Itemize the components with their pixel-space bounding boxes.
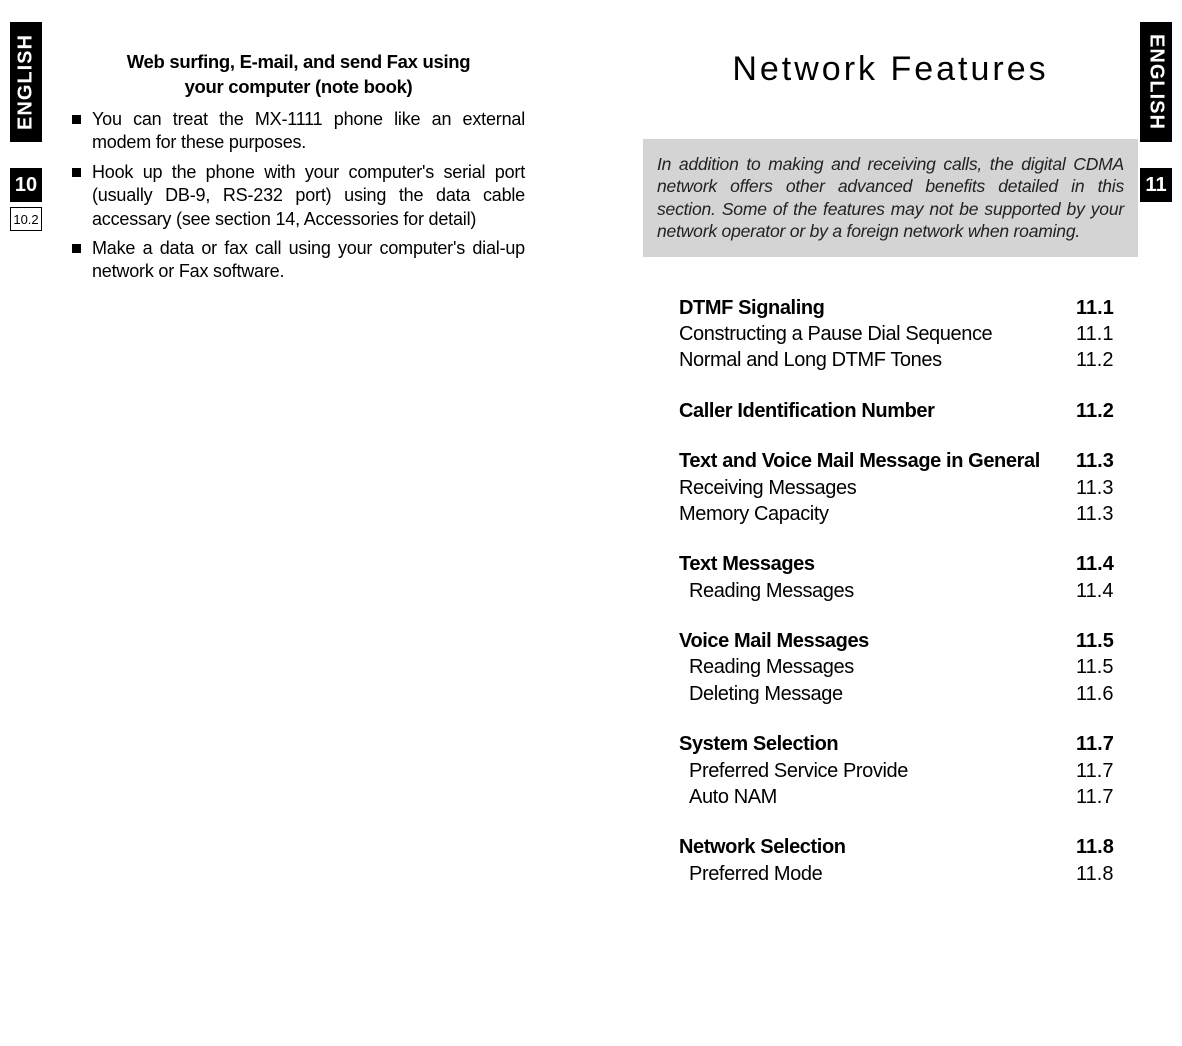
toc-number: 11.7	[1076, 731, 1126, 757]
left-section-heading: Web surfing, E-mail, and send Fax using …	[72, 50, 525, 100]
chapter-title: Network Features	[643, 50, 1138, 89]
bullet-text: Make a data or fax call using your compu…	[92, 238, 525, 281]
toc-row: Reading Messages11.4	[679, 578, 1126, 604]
toc-row: Caller Identification Number11.2	[679, 398, 1126, 424]
subsection-tab-left: 10.2	[10, 207, 42, 231]
language-tab-right-text: ENGLISH	[1145, 34, 1168, 130]
toc-row: Voice Mail Messages11.5	[679, 628, 1126, 654]
toc-label: Auto NAM	[679, 784, 1076, 810]
toc-label: Receiving Messages	[679, 475, 1076, 501]
toc-row: Preferred Mode11.8	[679, 861, 1126, 887]
toc-row: Network Selection11.8	[679, 834, 1126, 860]
language-tab-left: ENGLISH	[10, 22, 42, 142]
intro-text: In addition to making and receiving call…	[657, 154, 1124, 241]
heading-line-2: your computer (note book)	[185, 76, 413, 97]
toc-row: Constructing a Pause Dial Sequence11.1	[679, 321, 1126, 347]
toc-row: Preferred Service Provide11.7	[679, 758, 1126, 784]
page-number-right: 11	[1145, 174, 1166, 197]
language-tab-right: ENGLISH	[1140, 22, 1172, 142]
bullet-item: Make a data or fax call using your compu…	[72, 237, 525, 284]
toc-number: 11.1	[1076, 295, 1126, 321]
page-number-tab-left: 10	[10, 168, 42, 202]
toc-row: Receiving Messages11.3	[679, 475, 1126, 501]
toc-number: 11.4	[1076, 551, 1126, 577]
toc-row: Text and Voice Mail Message in General11…	[679, 448, 1126, 474]
subsection-number-left: 10.2	[13, 212, 38, 227]
toc-row: Auto NAM11.7	[679, 784, 1126, 810]
toc-row: DTMF Signaling11.1	[679, 295, 1126, 321]
heading-line-1: Web surfing, E-mail, and send Fax using	[127, 51, 471, 72]
toc-label: Normal and Long DTMF Tones	[679, 347, 1076, 373]
toc-number: 11.8	[1076, 834, 1126, 860]
toc-label: Preferred Service Provide	[679, 758, 1076, 784]
toc-label: Text Messages	[679, 551, 1076, 577]
table-of-contents: DTMF Signaling11.1Constructing a Pause D…	[643, 295, 1138, 888]
toc-number: 11.3	[1076, 448, 1126, 474]
bullet-text: Hook up the phone with your computer's s…	[92, 162, 525, 229]
toc-label: Reading Messages	[679, 578, 1076, 604]
language-tab-left-text: ENGLISH	[15, 34, 38, 130]
intro-box: In addition to making and receiving call…	[643, 139, 1138, 257]
toc-number: 11.4	[1076, 578, 1126, 604]
toc-label: DTMF Signaling	[679, 295, 1076, 321]
bullet-text: You can treat the MX-1111 phone like an …	[92, 109, 525, 152]
bullet-item: Hook up the phone with your computer's s…	[72, 161, 525, 231]
toc-row: Deleting Message11.6	[679, 681, 1126, 707]
toc-number: 11.1	[1076, 321, 1126, 347]
toc-label: Deleting Message	[679, 681, 1076, 707]
toc-row: Memory Capacity11.3	[679, 501, 1126, 527]
bullet-list: You can treat the MX-1111 phone like an …	[72, 108, 525, 284]
toc-label: Constructing a Pause Dial Sequence	[679, 321, 1076, 347]
bullet-item: You can treat the MX-1111 phone like an …	[72, 108, 525, 155]
toc-label: Voice Mail Messages	[679, 628, 1076, 654]
toc-label: Reading Messages	[679, 654, 1076, 680]
toc-number: 11.5	[1076, 628, 1126, 654]
left-page-content: Web surfing, E-mail, and send Fax using …	[72, 50, 525, 290]
toc-number: 11.3	[1076, 501, 1126, 527]
right-page-content: Network Features In addition to making a…	[643, 50, 1138, 887]
toc-row: Reading Messages11.5	[679, 654, 1126, 680]
toc-row: Normal and Long DTMF Tones11.2	[679, 347, 1126, 373]
toc-label: Text and Voice Mail Message in General	[679, 448, 1076, 474]
toc-number: 11.8	[1076, 861, 1126, 887]
toc-number: 11.2	[1076, 347, 1126, 373]
toc-number: 11.7	[1076, 784, 1126, 810]
toc-number: 11.5	[1076, 654, 1126, 680]
toc-number: 11.3	[1076, 475, 1126, 501]
toc-number: 11.7	[1076, 758, 1126, 784]
page-number-left: 10	[15, 174, 37, 197]
toc-label: Preferred Mode	[679, 861, 1076, 887]
toc-row: System Selection11.7	[679, 731, 1126, 757]
toc-label: Network Selection	[679, 834, 1076, 860]
page-left: ENGLISH 10 10.2 Web surfing, E-mail, and…	[0, 0, 591, 1046]
toc-label: Memory Capacity	[679, 501, 1076, 527]
page-number-tab-right: 11	[1140, 168, 1172, 202]
toc-number: 11.2	[1076, 398, 1126, 424]
toc-label: Caller Identification Number	[679, 398, 1076, 424]
toc-number: 11.6	[1076, 681, 1126, 707]
page-right: ENGLISH 11 Network Features In addition …	[591, 0, 1182, 1046]
toc-label: System Selection	[679, 731, 1076, 757]
toc-row: Text Messages11.4	[679, 551, 1126, 577]
